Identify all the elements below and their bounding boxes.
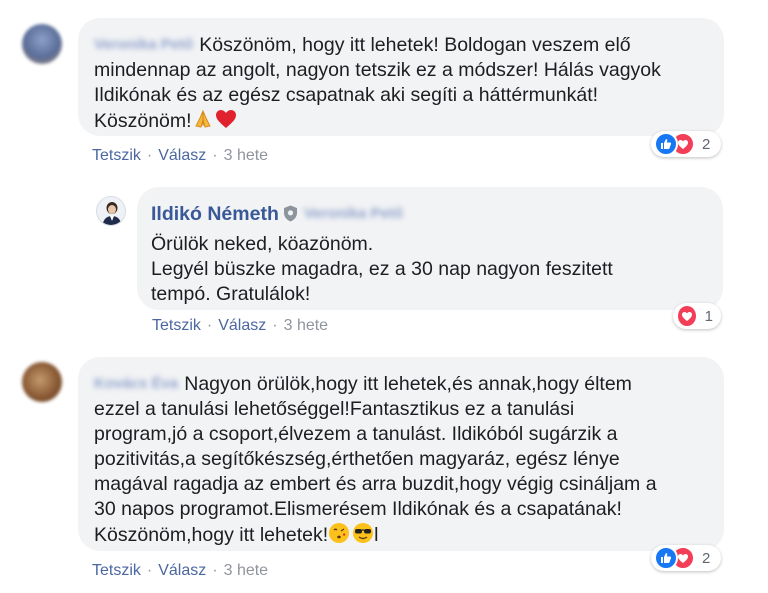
comment-text: ezzel a tanulási lehetőséggel!Fantasztik…: [94, 398, 575, 420]
avatar[interactable]: [22, 362, 62, 402]
avatar[interactable]: [96, 196, 126, 226]
person-icon: [102, 202, 122, 225]
separator: ·: [212, 147, 218, 164]
comment-text: program,jó a csoport,élvezem a tanulást.…: [94, 423, 618, 445]
face-blowing-kiss-emoji: [328, 522, 350, 551]
comment-text: Köszönöm!: [94, 110, 192, 132]
comment-time[interactable]: 3 hete: [224, 147, 268, 164]
comment-text: Köszönöm, hogy itt lehetek! Boldogan ves…: [199, 34, 631, 56]
reply-text: Örülök neked, köazönöm.: [151, 233, 374, 255]
comment-text: 30 napos programot.Elismerésem Ildikónak…: [94, 498, 622, 520]
reply-author-name[interactable]: Ildikó Németh: [151, 203, 279, 225]
avatar[interactable]: [22, 24, 62, 64]
separator: ·: [272, 317, 278, 334]
like-link[interactable]: Tetszik: [92, 147, 141, 164]
reply-bubble: Ildikó Németh Veronika Pető Örülök neked,…: [137, 187, 723, 310]
comment-text: Köszönöm,hogy itt lehetek!: [94, 524, 329, 546]
comment-text: magával ragadja az embert és arra buzdit…: [94, 473, 657, 495]
comment-text: l: [374, 524, 379, 546]
red-heart-emoji: [214, 108, 238, 137]
reply-actions: Tetszik · Válasz · 3 hete: [152, 317, 328, 335]
reply-text: Legyél büszke magadra, ez a 30 nap nagyo…: [151, 258, 613, 280]
comment-text: mindennap az angolt, nagyon tetszik ez a…: [94, 59, 661, 81]
comment-time[interactable]: 3 hete: [224, 562, 268, 579]
folded-hands-emoji: [192, 108, 214, 137]
love-icon: [676, 304, 698, 328]
reaction-summary[interactable]: 2: [651, 545, 721, 571]
like-icon: [654, 546, 678, 570]
sunglasses-face-emoji: [352, 522, 374, 551]
reply-link[interactable]: Válasz: [218, 317, 266, 334]
reaction-count: 1: [704, 307, 713, 325]
reaction-summary[interactable]: 2: [651, 131, 721, 157]
comment-author-name[interactable]: Veronika Pető: [94, 32, 193, 57]
reaction-count: 2: [702, 135, 711, 153]
comment-actions: Tetszik · Válasz · 3 hete: [92, 562, 268, 580]
reaction-count: 2: [702, 549, 711, 567]
like-link[interactable]: Tetszik: [152, 317, 201, 334]
separator: ·: [212, 562, 218, 579]
reply-link[interactable]: Válasz: [158, 147, 206, 164]
like-icon: [654, 132, 678, 156]
separator: ·: [146, 562, 153, 579]
reaction-summary[interactable]: 1: [673, 303, 721, 329]
comment-text: Ildikónak és az egész csapatnak aki segí…: [94, 84, 599, 106]
like-link[interactable]: Tetszik: [92, 562, 141, 579]
reply-link[interactable]: Válasz: [158, 562, 206, 579]
reply-text: tempó. Gratulálok!: [151, 283, 311, 305]
comment-bubble: Kovács Éva Nagyon örülök,hogy itt lehetek…: [78, 357, 724, 551]
shield-icon: [283, 204, 298, 222]
separator: ·: [206, 317, 213, 334]
tagged-name[interactable]: Veronika Pető: [304, 201, 403, 226]
comment-text: Nagyon örülök,hogy itt lehetek,és annak,…: [184, 373, 632, 395]
comment-time[interactable]: 3 hete: [284, 317, 328, 334]
comment-actions: Tetszik · Válasz · 3 hete: [92, 147, 268, 165]
comment-bubble: Veronika Pető Köszönöm, hogy itt lehetek!…: [78, 18, 724, 136]
separator: ·: [146, 147, 153, 164]
comment-author-name[interactable]: Kovács Éva: [94, 371, 178, 396]
comment-text: pozitivitás,a segítőkészség,érthetően ma…: [94, 448, 620, 470]
